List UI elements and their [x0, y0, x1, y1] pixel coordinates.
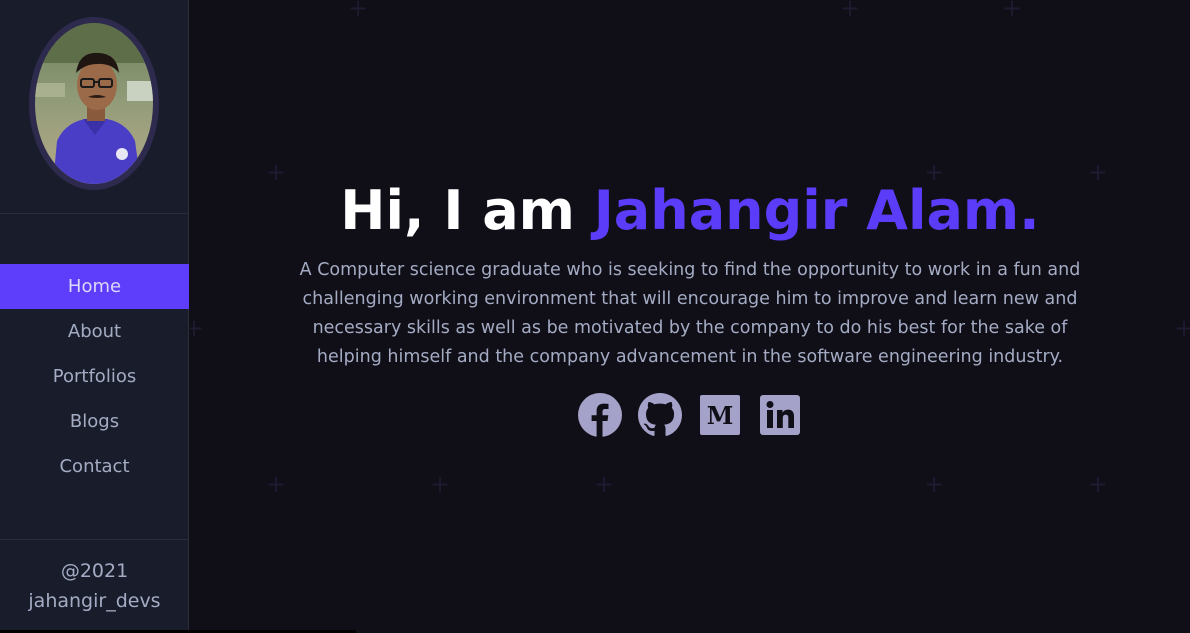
- linkedin-link[interactable]: [758, 393, 802, 437]
- bg-plus-icon: +: [840, 0, 861, 22]
- bg-plus-icon: +: [594, 470, 615, 498]
- sidebar: Home About Portfolios Blogs Contact @202…: [0, 0, 189, 633]
- bg-plus-icon: +: [266, 470, 287, 498]
- hero-heading: Hi, I am Jahangir Alam.: [190, 174, 1190, 248]
- nav-item-contact[interactable]: Contact: [0, 444, 189, 489]
- sidebar-divider-top: [0, 213, 189, 214]
- avatar-photo: [35, 23, 153, 184]
- sidebar-nav: Home About Portfolios Blogs Contact: [0, 264, 189, 489]
- linkedin-icon: [760, 395, 800, 435]
- bg-plus-icon: +: [1002, 0, 1023, 22]
- facebook-icon: [578, 393, 622, 437]
- github-icon: [638, 393, 682, 436]
- hero-description: A Computer science graduate who is seeki…: [299, 260, 1081, 367]
- bg-plus-icon: +: [1088, 470, 1109, 498]
- bg-plus-icon: +: [348, 0, 369, 22]
- sidebar-footer: @2021 jahangir_devs: [0, 556, 189, 616]
- medium-icon: M: [700, 395, 740, 435]
- sidebar-divider-bottom: [0, 539, 189, 540]
- medium-link[interactable]: M: [698, 393, 742, 437]
- nav-item-about[interactable]: About: [0, 309, 189, 354]
- github-link[interactable]: [638, 393, 682, 437]
- hero-name: Jahangir Alam.: [593, 179, 1040, 242]
- social-links: M: [190, 393, 1190, 437]
- page: Home About Portfolios Blogs Contact @202…: [0, 0, 1190, 633]
- bg-plus-icon: +: [430, 470, 451, 498]
- copyright-year: @2021: [60, 560, 129, 582]
- bg-plus-icon: +: [924, 470, 945, 498]
- facebook-link[interactable]: [578, 393, 622, 437]
- copyright-handle: jahangir_devs: [28, 590, 161, 612]
- nav-item-home[interactable]: Home: [0, 264, 189, 309]
- nav-item-blogs[interactable]: Blogs: [0, 399, 189, 444]
- svg-text:M: M: [707, 401, 734, 430]
- main-content: + + + + + + + + + + + + + Hi, I am Jahan…: [190, 0, 1190, 633]
- nav-item-portfolios[interactable]: Portfolios: [0, 354, 189, 399]
- hero-section: Hi, I am Jahangir Alam. A Computer scien…: [190, 174, 1190, 372]
- hero-greeting: Hi, I am: [340, 179, 594, 242]
- avatar: [29, 17, 159, 190]
